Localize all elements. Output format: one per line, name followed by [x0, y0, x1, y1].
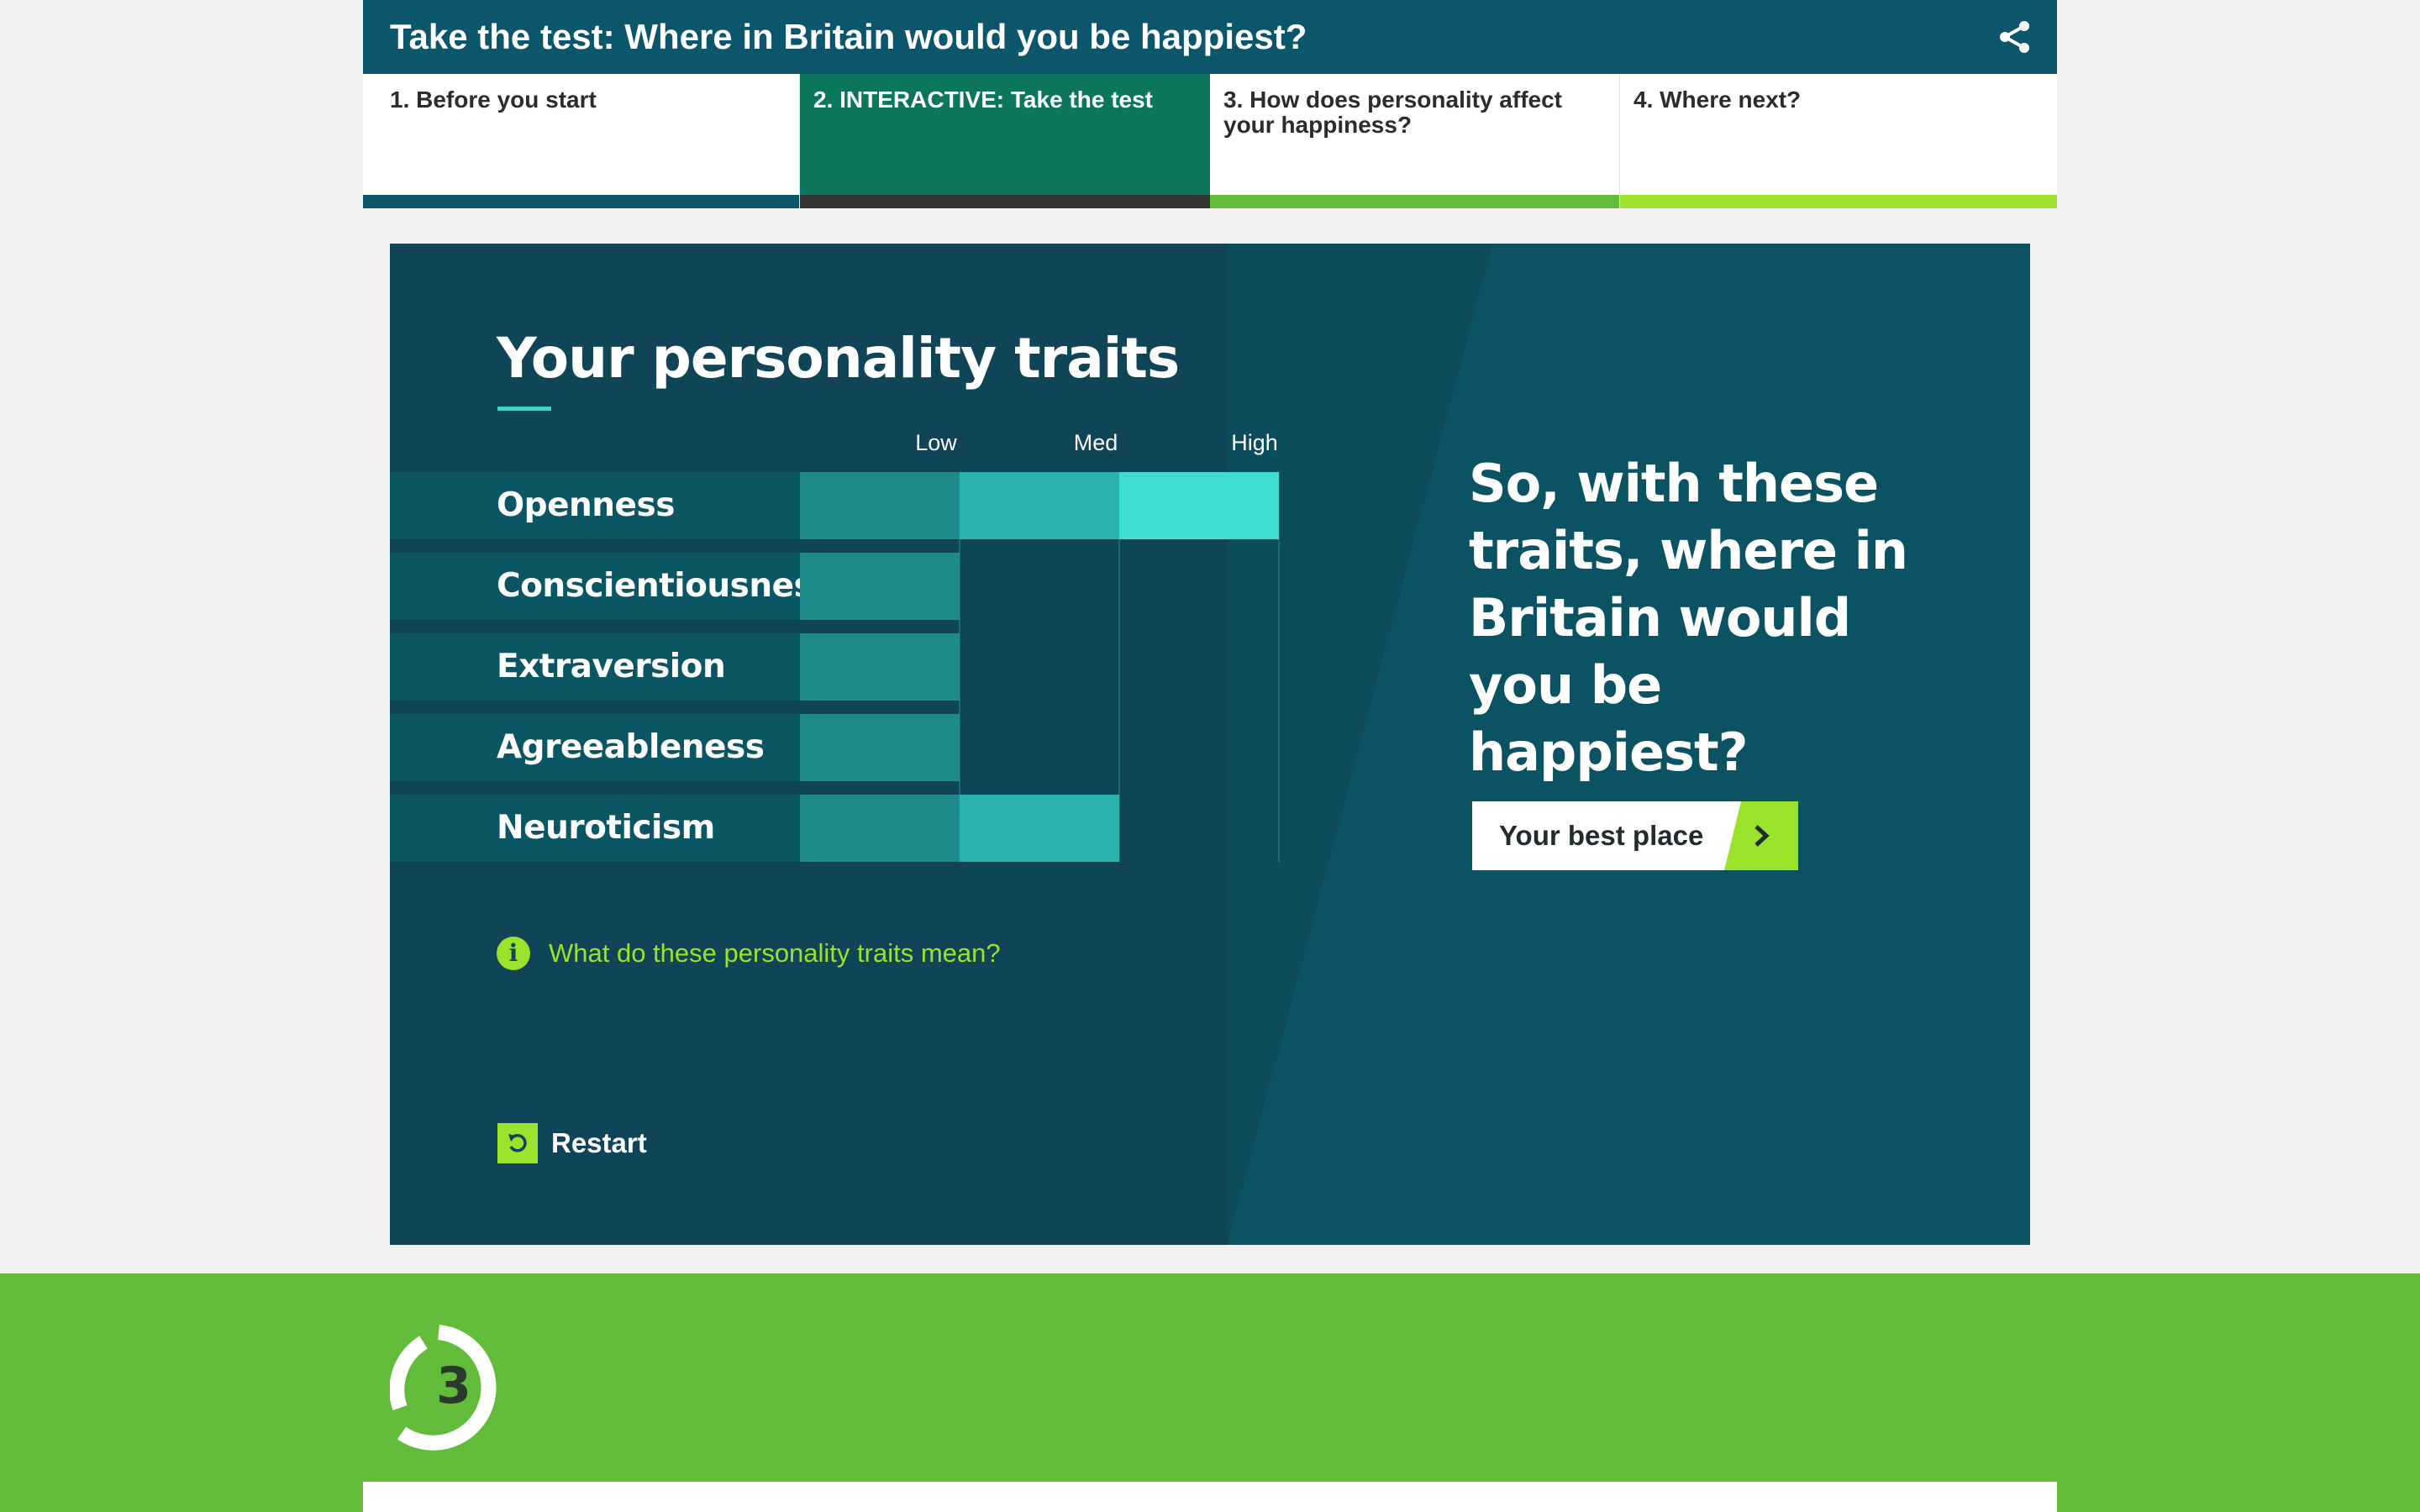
next-section-band — [0, 1273, 2420, 1512]
trait-row: Openness — [390, 472, 800, 539]
trait-name: Neuroticism — [497, 809, 715, 847]
trait-row: Neuroticism — [390, 795, 800, 862]
trait-name: Conscientiousness — [497, 567, 833, 605]
tab-indicator — [1620, 195, 2057, 208]
tab-label: 3. How does personality affect your happ… — [1223, 87, 1562, 138]
tab-label: 2. INTERACTIVE: Take the test — [813, 87, 1154, 113]
trait-row: Agreeableness — [390, 714, 800, 781]
tab-take-the-test[interactable]: 2. INTERACTIVE: Take the test — [800, 74, 1210, 208]
tab-where-next[interactable]: 4. Where next? — [1620, 74, 2057, 208]
trait-level-bar — [800, 553, 960, 620]
trait-level-bar — [960, 795, 1119, 862]
trait-name: Extraversion — [497, 648, 726, 685]
tab-personality-happiness[interactable]: 3. How does personality affect your happ… — [1210, 74, 1620, 208]
section-tabs: 1. Before you start 2. INTERACTIVE: Take… — [363, 74, 2057, 208]
trait-level-bar — [800, 714, 960, 781]
info-link-text: What do these personality traits mean? — [549, 938, 1001, 968]
chevron-right-icon — [1724, 801, 1798, 870]
restart-icon — [497, 1123, 538, 1163]
chapter-number: 3 — [436, 1357, 471, 1415]
restart-label: Restart — [551, 1127, 647, 1158]
tab-label: 4. Where next? — [1634, 87, 1802, 113]
tab-label: 1. Before you start — [390, 87, 597, 113]
results-panel: Your personality traits Low Med High Ope… — [390, 244, 2030, 1245]
trait-row: Conscientiousness — [390, 553, 833, 620]
result-question: So, with these traits, where in Britain … — [1469, 453, 1908, 783]
tab-indicator — [800, 195, 1210, 208]
trait-level-bar — [1119, 472, 1279, 539]
best-place-label: Your best place — [1499, 820, 1704, 851]
chapter-3-icon: 3 — [389, 1324, 518, 1459]
scale-label-high: High — [1231, 430, 1278, 455]
top-header: Take the test: Where in Britain would yo… — [363, 0, 2057, 74]
scale-label-low: Low — [915, 430, 957, 455]
page-title: Take the test: Where in Britain would yo… — [390, 17, 1307, 56]
trait-level-bar — [960, 472, 1119, 539]
trait-name: Openness — [497, 486, 675, 524]
title-underline — [497, 407, 551, 411]
traits-title: Your personality traits — [497, 326, 1180, 391]
trait-row: Extraversion — [390, 633, 800, 701]
traits-info-link[interactable]: i What do these personality traits mean? — [497, 936, 1001, 971]
trait-level-bar — [800, 472, 960, 539]
scale-label-med: Med — [1073, 430, 1118, 455]
restart-button[interactable]: Restart — [497, 1122, 647, 1164]
tab-indicator — [1210, 195, 1619, 208]
best-place-button[interactable]: Your best place — [1472, 801, 1798, 870]
next-section-card — [363, 1482, 2057, 1512]
share-icon[interactable] — [1996, 18, 2033, 55]
trait-level-bar — [800, 795, 960, 862]
tab-indicator — [363, 195, 799, 208]
tab-before-you-start[interactable]: 1. Before you start — [363, 74, 800, 208]
info-icon: i — [497, 937, 530, 970]
trait-name: Agreeableness — [497, 728, 765, 766]
trait-level-bar — [800, 633, 960, 701]
